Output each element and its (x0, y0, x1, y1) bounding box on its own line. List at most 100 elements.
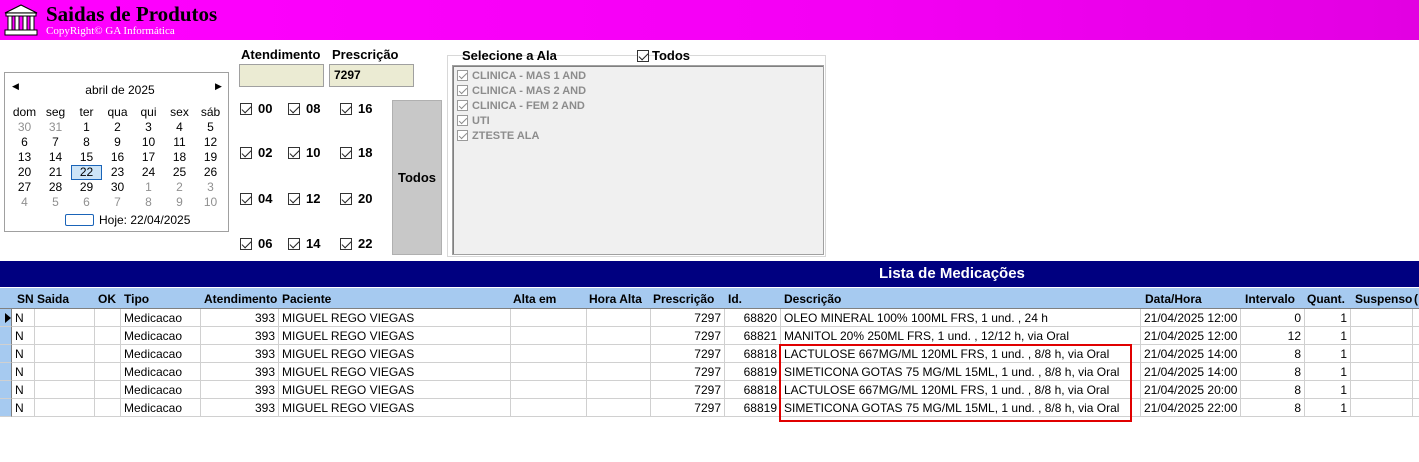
column-header[interactable]: Alta em (513, 292, 556, 306)
todos-hours-button[interactable]: Todos (392, 100, 442, 255)
calendar-today-label[interactable]: Hoje: 22/04/2025 (99, 213, 190, 227)
column-header[interactable]: Tipo (124, 292, 149, 306)
cell-atendimento[interactable]: 393 (201, 327, 279, 345)
cell-sn[interactable]: N (12, 399, 35, 417)
cell-prescricao[interactable]: 7297 (651, 363, 725, 381)
cell-tipo[interactable]: Medicacao (121, 309, 201, 327)
cell-prescricao[interactable]: 7297 (651, 381, 725, 399)
calendar-day[interactable]: 1 (133, 180, 164, 195)
cell-empty[interactable] (511, 327, 587, 345)
cell-empty[interactable] (95, 399, 121, 417)
calendar-day[interactable]: 3 (133, 120, 164, 135)
calendar-day[interactable]: 28 (40, 180, 71, 195)
cell-tipo[interactable]: Medicacao (121, 327, 201, 345)
calendar-day[interactable]: 7 (102, 195, 133, 210)
calendar-day[interactable]: 30 (102, 180, 133, 195)
calendar-day[interactable]: 30 (9, 120, 40, 135)
atendimento-field[interactable] (239, 64, 324, 87)
prescricao-field[interactable]: 7297 (329, 64, 414, 87)
column-header[interactable]: OK (98, 292, 116, 306)
calendar-day[interactable]: 8 (71, 135, 102, 150)
cell-sn[interactable]: N (12, 381, 35, 399)
cell-id[interactable]: 68818 (725, 381, 781, 399)
calendar-day[interactable]: 26 (195, 165, 226, 180)
calendar-day[interactable]: 4 (164, 120, 195, 135)
cell-tipo[interactable]: Medicacao (121, 399, 201, 417)
calendar-next-month-icon[interactable]: ▶ (215, 81, 222, 92)
cell-prescricao[interactable]: 7297 (651, 345, 725, 363)
cell-empty[interactable] (95, 345, 121, 363)
cell-paciente[interactable]: MIGUEL REGO VIEGAS (279, 309, 511, 327)
cell-sn[interactable]: N (12, 309, 35, 327)
calendar-day[interactable]: 11 (164, 135, 195, 150)
calendar-day[interactable]: 31 (40, 120, 71, 135)
cell-quant[interactable]: 1 (1305, 327, 1351, 345)
cell-intervalo[interactable]: 0 (1241, 309, 1305, 327)
table-row[interactable]: N Medicacao 393 MIGUEL REGO VIEGAS 7297 68819… (0, 399, 1419, 417)
cell-quant[interactable]: 1 (1305, 309, 1351, 327)
cell-paciente[interactable]: MIGUEL REGO VIEGAS (279, 327, 511, 345)
cell-datahora[interactable]: 21/04/2025 12:00 (1141, 327, 1241, 345)
cell-empty[interactable] (1351, 327, 1413, 345)
cell-quant[interactable]: 1 (1305, 345, 1351, 363)
cell-paciente[interactable]: MIGUEL REGO VIEGAS (279, 345, 511, 363)
cell-intervalo[interactable]: 8 (1241, 345, 1305, 363)
cell-atendimento[interactable]: 393 (201, 381, 279, 399)
calendar-day[interactable]: 10 (195, 195, 226, 210)
cell-id[interactable]: 68819 (725, 363, 781, 381)
column-header[interactable]: Id. (728, 292, 742, 306)
column-header[interactable]: Quant. (1307, 292, 1345, 306)
cell-empty[interactable] (1351, 309, 1413, 327)
calendar-day[interactable]: 10 (133, 135, 164, 150)
column-header[interactable]: Hora Alta (589, 292, 642, 306)
column-header[interactable]: Atendimento (204, 292, 277, 306)
calendar-day[interactable]: 12 (195, 135, 226, 150)
cell-empty[interactable] (511, 381, 587, 399)
cell-empty[interactable] (35, 381, 95, 399)
column-header[interactable]: Data/Hora (1145, 292, 1202, 306)
hour-checkbox-22[interactable]: 22 (340, 236, 372, 251)
ala-todos-checkbox[interactable]: Todos (637, 48, 690, 63)
hour-checkbox-02[interactable]: 02 (240, 145, 272, 160)
hour-checkbox-14[interactable]: 14 (288, 236, 320, 251)
cell-empty[interactable] (35, 327, 95, 345)
calendar-day[interactable]: 7 (40, 135, 71, 150)
cell-empty[interactable] (587, 345, 651, 363)
hour-checkbox-06[interactable]: 06 (240, 236, 272, 251)
calendar-day[interactable]: 6 (9, 135, 40, 150)
table-row[interactable]: N Medicacao 393 MIGUEL REGO VIEGAS 7297 68818… (0, 381, 1419, 399)
cell-empty[interactable] (35, 309, 95, 327)
cell-empty[interactable] (1351, 363, 1413, 381)
hour-checkbox-20[interactable]: 20 (340, 191, 372, 206)
calendar-day[interactable]: 5 (195, 120, 226, 135)
cell-prescricao[interactable]: 7297 (651, 327, 725, 345)
calendar-day[interactable]: 9 (102, 135, 133, 150)
hour-checkbox-16[interactable]: 16 (340, 101, 372, 116)
cell-tipo[interactable]: Medicacao (121, 363, 201, 381)
cell-paciente[interactable]: MIGUEL REGO VIEGAS (279, 399, 511, 417)
calendar-day[interactable]: 1 (71, 120, 102, 135)
calendar-day[interactable]: 20 (9, 165, 40, 180)
calendar-day[interactable]: 27 (9, 180, 40, 195)
calendar-day[interactable]: 3 (195, 180, 226, 195)
cell-intervalo[interactable]: 12 (1241, 327, 1305, 345)
cell-empty[interactable] (1413, 399, 1419, 417)
cell-atendimento[interactable]: 393 (201, 345, 279, 363)
cell-empty[interactable] (1413, 363, 1419, 381)
cell-empty[interactable] (511, 399, 587, 417)
calendar-day[interactable]: 29 (71, 180, 102, 195)
cell-sn[interactable]: N (12, 363, 35, 381)
cell-quant[interactable]: 1 (1305, 363, 1351, 381)
cell-empty[interactable] (1351, 345, 1413, 363)
cell-sn[interactable]: N (12, 345, 35, 363)
calendar-day[interactable]: 23 (102, 165, 133, 180)
cell-datahora[interactable]: 21/04/2025 20:00 (1141, 381, 1241, 399)
cell-empty[interactable] (95, 309, 121, 327)
cell-intervalo[interactable]: 8 (1241, 381, 1305, 399)
cell-empty[interactable] (1413, 381, 1419, 399)
calendar-day[interactable]: 5 (40, 195, 71, 210)
calendar-day[interactable]: 24 (133, 165, 164, 180)
calendar-day[interactable]: 4 (9, 195, 40, 210)
cell-quant[interactable]: 1 (1305, 399, 1351, 417)
cell-quant[interactable]: 1 (1305, 381, 1351, 399)
